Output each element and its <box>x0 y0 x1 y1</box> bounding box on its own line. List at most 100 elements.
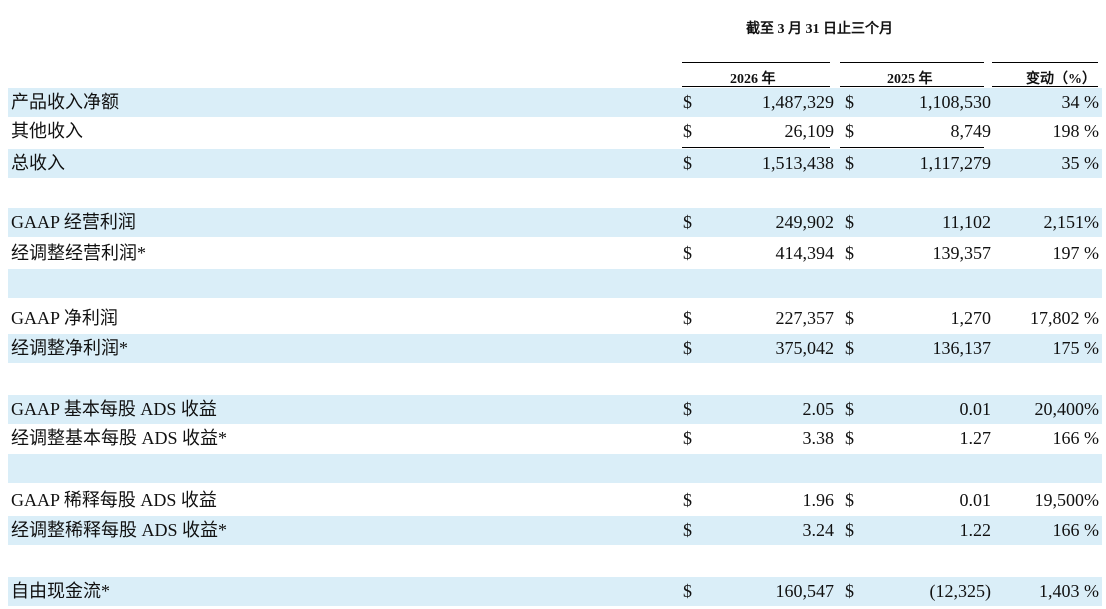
dollar-sign: $ <box>845 399 854 419</box>
dollar-sign: $ <box>683 490 692 510</box>
table-row-adjusted-net-income: 经调整净利润* $ 375,042 $ 136,137 175 % <box>8 334 1102 363</box>
value-2025: 0.01 <box>959 399 992 419</box>
value-2026: 3.38 <box>802 428 835 448</box>
header-rule-change <box>992 62 1098 63</box>
value-2025: 8,749 <box>950 121 992 141</box>
dollar-sign: $ <box>683 520 692 540</box>
change-percent: 2,151% <box>1043 212 1100 232</box>
value-2025: 139,357 <box>932 243 992 263</box>
dollar-sign: $ <box>845 490 854 510</box>
change-percent: 166 % <box>1052 428 1100 448</box>
dollar-sign: $ <box>845 581 854 601</box>
column-underline-2025 <box>840 86 984 87</box>
table-row-spacer <box>8 545 1102 574</box>
dollar-sign: $ <box>683 308 692 328</box>
change-percent: 19,500% <box>1034 490 1100 510</box>
dollar-sign: $ <box>845 428 854 448</box>
value-2026: 1,487,329 <box>762 92 834 112</box>
row-label: 其他收入 <box>11 121 83 141</box>
change-percent: 166 % <box>1052 520 1100 540</box>
value-2025: 1,117,279 <box>919 153 991 173</box>
table-row-gaap-basic-eps: GAAP 基本每股 ADS 收益 $ 2.05 $ 0.01 20,400% <box>8 395 1102 424</box>
value-2025: 1.27 <box>959 428 992 448</box>
dollar-sign: $ <box>683 243 692 263</box>
table-row-adjusted-diluted-eps: 经调整稀释每股 ADS 收益* $ 3.24 $ 1.22 166 % <box>8 516 1102 545</box>
header-rule-2026 <box>682 62 830 63</box>
dollar-sign: $ <box>845 92 854 112</box>
row-label: 自由现金流* <box>11 581 110 601</box>
table-row-gaap-diluted-eps: GAAP 稀释每股 ADS 收益 $ 1.96 $ 0.01 19,500% <box>8 486 1102 515</box>
table-row-other-revenue: 其他收入 $ 26,109 $ 8,749 198 % <box>8 117 1102 146</box>
dollar-sign: $ <box>845 243 854 263</box>
table-row-spacer <box>8 178 1102 207</box>
value-2025: 0.01 <box>959 490 992 510</box>
change-percent: 34 % <box>1061 92 1100 112</box>
row-label: 总收入 <box>11 153 65 173</box>
row-label: 经调整基本每股 ADS 收益* <box>11 428 228 448</box>
table-row-adjusted-operating-income: 经调整经营利润* $ 414,394 $ 139,357 197 % <box>8 239 1102 268</box>
row-label: 经调整净利润* <box>11 338 128 358</box>
value-2025: 1,108,530 <box>919 92 991 112</box>
row-label: 经调整经营利润* <box>11 243 146 263</box>
table-row-spacer <box>8 454 1102 483</box>
value-2026: 160,547 <box>775 581 835 601</box>
column-underline-2026 <box>682 86 830 87</box>
value-2026: 2.05 <box>802 399 835 419</box>
dollar-sign: $ <box>845 338 854 358</box>
value-2026: 3.24 <box>802 520 835 540</box>
row-label: GAAP 基本每股 ADS 收益 <box>11 399 217 419</box>
column-header-2025: 2025 年 <box>887 72 933 87</box>
dollar-sign: $ <box>845 153 854 173</box>
value-2026: 1,513,438 <box>762 153 834 173</box>
change-percent: 198 % <box>1052 121 1100 141</box>
row-label: GAAP 净利润 <box>11 308 118 328</box>
table-row-spacer <box>8 363 1102 392</box>
value-2025: 1.22 <box>959 520 992 540</box>
dollar-sign: $ <box>845 212 854 232</box>
value-2026: 227,357 <box>775 308 835 328</box>
dollar-sign: $ <box>683 581 692 601</box>
dollar-sign: $ <box>683 212 692 232</box>
value-2026: 249,902 <box>775 212 835 232</box>
table-row-adjusted-basic-eps: 经调整基本每股 ADS 收益* $ 3.38 $ 1.27 166 % <box>8 424 1102 453</box>
table-row-product-revenue: 产品收入净额 $ 1,487,329 $ 1,108,530 34 % <box>8 88 1102 117</box>
period-header: 截至 3 月 31 日止三个月 <box>746 22 893 37</box>
value-2025: 1,270 <box>950 308 992 328</box>
change-percent: 197 % <box>1052 243 1100 263</box>
table-row-total-revenue: 总收入 $ 1,513,438 $ 1,117,279 35 % <box>8 149 1102 178</box>
change-percent: 20,400% <box>1034 399 1100 419</box>
value-2026: 375,042 <box>775 338 835 358</box>
value-2026: 414,394 <box>775 243 835 263</box>
row-label: GAAP 稀释每股 ADS 收益 <box>11 490 217 510</box>
change-percent: 1,403 % <box>1039 581 1099 601</box>
header-rule-2025 <box>840 62 984 63</box>
column-underline-change <box>992 86 1098 87</box>
value-2026: 1.96 <box>802 490 835 510</box>
dollar-sign: $ <box>845 308 854 328</box>
dollar-sign: $ <box>845 121 854 141</box>
dollar-sign: $ <box>683 121 692 141</box>
column-header-change: 变动（%） <box>1026 72 1096 87</box>
row-label: GAAP 经营利润 <box>11 212 136 232</box>
table-row-spacer <box>8 269 1102 298</box>
value-2026: 26,109 <box>784 121 835 141</box>
change-percent: 35 % <box>1061 153 1100 173</box>
row-label: 产品收入净额 <box>11 92 119 112</box>
subtotal-rule-2026 <box>682 147 830 148</box>
dollar-sign: $ <box>683 153 692 173</box>
value-2025: 11,102 <box>942 212 991 232</box>
dollar-sign: $ <box>683 428 692 448</box>
row-label: 经调整稀释每股 ADS 收益* <box>11 520 228 540</box>
value-2025: (12,325) <box>929 581 992 601</box>
subtotal-rule-2025 <box>840 147 984 148</box>
dollar-sign: $ <box>683 338 692 358</box>
table-row-gaap-net-income: GAAP 净利润 $ 227,357 $ 1,270 17,802 % <box>8 304 1102 333</box>
dollar-sign: $ <box>683 399 692 419</box>
dollar-sign: $ <box>845 520 854 540</box>
table-row-gaap-operating-income: GAAP 经营利润 $ 249,902 $ 11,102 2,151% <box>8 208 1102 237</box>
value-2025: 136,137 <box>932 338 992 358</box>
change-percent: 17,802 % <box>1030 308 1099 328</box>
dollar-sign: $ <box>683 92 692 112</box>
column-header-2026: 2026 年 <box>730 72 776 87</box>
table-row-free-cash-flow: 自由现金流* $ 160,547 $ (12,325) 1,403 % <box>8 577 1102 606</box>
